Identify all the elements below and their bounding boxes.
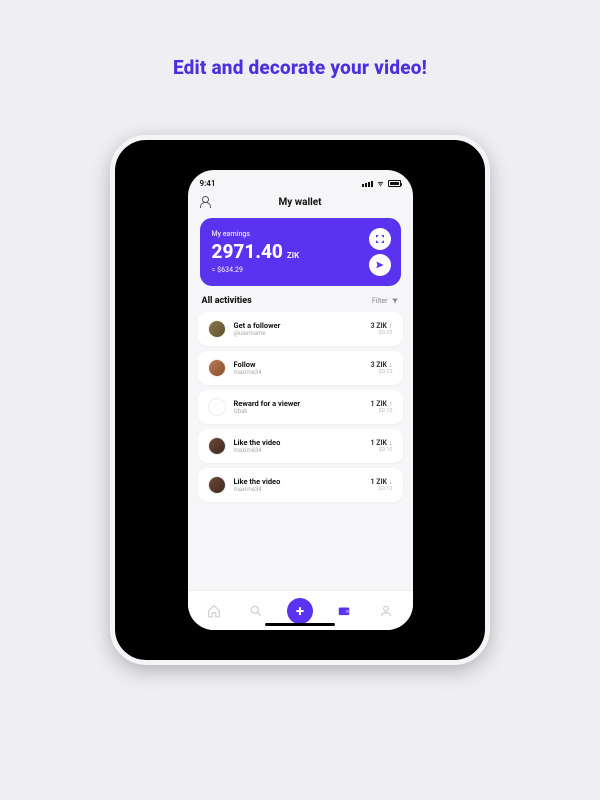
wallet-icon xyxy=(337,604,351,618)
filter-icon xyxy=(391,297,399,305)
search-icon xyxy=(249,604,263,618)
nav-profile[interactable] xyxy=(376,601,396,621)
arrow-down-icon: ↓ xyxy=(389,361,393,369)
activity-text: Get a follower@username xyxy=(234,321,363,337)
phone-frame: 9:41 My wallet My earnings 2971.40 ZIK =… xyxy=(188,170,413,630)
amount-usd: $0.25 xyxy=(370,369,392,375)
amount-value: 3 ZIK xyxy=(370,322,387,330)
activity-subtitle: maxime34 xyxy=(234,369,363,376)
send-icon xyxy=(375,260,385,270)
nav-add[interactable]: + xyxy=(287,598,313,624)
activities-list[interactable]: Get a follower@username3 ZIK↑$0.25Follow… xyxy=(188,312,413,590)
avatar xyxy=(208,476,226,494)
activity-title: Follow xyxy=(234,360,363,369)
header: My wallet xyxy=(188,192,413,214)
status-time: 9:41 xyxy=(200,179,216,188)
scan-icon xyxy=(375,234,385,244)
activity-title: Like the video xyxy=(234,477,363,486)
amount-value: 3 ZIK xyxy=(370,361,387,369)
wifi-icon xyxy=(376,180,385,187)
page-title: My wallet xyxy=(278,197,321,208)
earnings-amount: 2971.40 ZIK xyxy=(212,240,389,263)
signal-icon xyxy=(362,181,373,187)
avatar xyxy=(208,398,226,416)
avatar xyxy=(208,437,226,455)
tablet-frame: 9:41 My wallet My earnings 2971.40 ZIK =… xyxy=(110,135,490,665)
activity-row[interactable]: Like the videomaxime34 1 ZIK↓$0.10 xyxy=(198,468,403,502)
activity-row[interactable]: Like the videomaxime34 1 ZIK↓$0.10 xyxy=(198,429,403,463)
battery-icon xyxy=(388,180,401,187)
activity-text: Like the videomaxime34 xyxy=(234,477,363,493)
activity-row[interactable]: Get a follower@username 3 ZIK↑$0.25 xyxy=(198,312,403,346)
filter-label: Filter xyxy=(372,297,388,305)
scan-button[interactable] xyxy=(369,228,391,250)
nav-wallet[interactable] xyxy=(334,601,354,621)
activity-row[interactable]: Followmaxime34 3 ZIK↓$0.25 xyxy=(198,351,403,385)
activity-amount: 3 ZIK↓$0.25 xyxy=(370,361,392,375)
arrow-up-icon: ↑ xyxy=(389,400,393,408)
amount-usd: $0.25 xyxy=(370,330,392,336)
status-bar: 9:41 xyxy=(188,170,413,192)
activity-subtitle: @username xyxy=(234,330,363,337)
activity-amount: 1 ZIK↓$0.10 xyxy=(370,478,392,492)
earnings-currency: ZIK xyxy=(287,251,299,260)
send-button[interactable] xyxy=(369,254,391,276)
nav-home[interactable] xyxy=(204,601,224,621)
arrow-down-icon: ↓ xyxy=(389,478,393,486)
activity-subtitle: maxime34 xyxy=(234,486,363,493)
avatar xyxy=(208,359,226,377)
avatar xyxy=(208,320,226,338)
home-indicator xyxy=(265,623,335,626)
plus-icon: + xyxy=(296,602,304,620)
amount-value: 1 ZIK xyxy=(370,439,387,447)
activity-amount: 1 ZIK↑$0.10 xyxy=(370,400,392,414)
nav-search[interactable] xyxy=(246,601,266,621)
activity-amount: 1 ZIK↓$0.10 xyxy=(370,439,392,453)
earnings-usd: = $634.29 xyxy=(212,266,389,274)
activities-header: All activities Filter xyxy=(188,294,413,312)
activity-title: Reward for a viewer xyxy=(234,399,363,408)
activity-title: Like the video xyxy=(234,438,363,447)
activity-text: Like the videomaxime34 xyxy=(234,438,363,454)
activity-subtitle: maxime34 xyxy=(234,447,363,454)
arrow-up-icon: ↑ xyxy=(389,322,393,330)
filter-button[interactable]: Filter xyxy=(372,297,399,305)
amount-value: 1 ZIK xyxy=(370,478,387,486)
amount-usd: $0.10 xyxy=(370,447,392,453)
activity-subtitle: Obak xyxy=(234,408,363,415)
profile-nav-icon xyxy=(379,604,393,618)
amount-value: 1 ZIK xyxy=(370,400,387,408)
amount-usd: $0.10 xyxy=(370,486,392,492)
activity-amount: 3 ZIK↑$0.25 xyxy=(370,322,392,336)
status-icons xyxy=(362,180,401,187)
profile-icon[interactable] xyxy=(200,196,212,208)
activity-text: Followmaxime34 xyxy=(234,360,363,376)
earnings-label: My earnings xyxy=(212,230,389,238)
activity-row[interactable]: Reward for a viewerObak 1 ZIK↑$0.10 xyxy=(198,390,403,424)
earnings-card: My earnings 2971.40 ZIK = $634.29 xyxy=(200,218,401,286)
home-icon xyxy=(207,604,221,618)
amount-usd: $0.10 xyxy=(370,408,392,414)
earnings-value: 2971.40 xyxy=(212,240,283,263)
promo-title: Edit and decorate your video! xyxy=(0,0,600,79)
arrow-down-icon: ↓ xyxy=(389,439,393,447)
activity-title: Get a follower xyxy=(234,321,363,330)
activity-text: Reward for a viewerObak xyxy=(234,399,363,415)
activities-title: All activities xyxy=(202,296,252,306)
